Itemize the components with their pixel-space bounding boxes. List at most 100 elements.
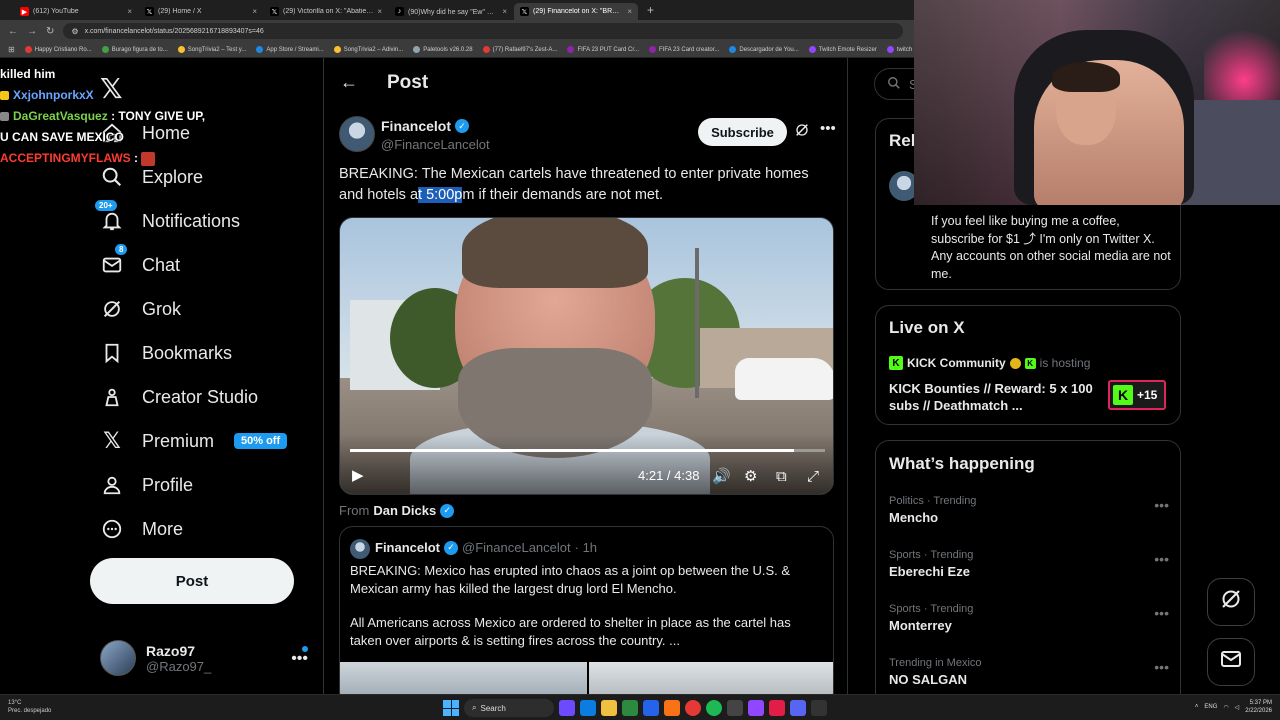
app-icon[interactable] bbox=[622, 700, 638, 716]
wifi-icon[interactable]: ◠ bbox=[1223, 704, 1228, 711]
close-tab-icon[interactable]: × bbox=[252, 7, 257, 16]
bookmark[interactable]: SongTrivia2 – Test y... bbox=[177, 46, 246, 53]
more-horizontal-icon[interactable]: ••• bbox=[820, 120, 836, 137]
new-tab-icon[interactable]: + bbox=[647, 3, 654, 17]
author-avatar[interactable] bbox=[339, 116, 375, 152]
close-tab-icon[interactable]: × bbox=[377, 7, 382, 16]
fullscreen-icon[interactable]: ⤢ bbox=[807, 468, 819, 485]
author-name-row[interactable]: Financelot ✓ bbox=[381, 118, 470, 134]
bookmark[interactable]: Descargador de You... bbox=[729, 46, 799, 53]
app-icon[interactable] bbox=[727, 700, 743, 716]
video-player[interactable]: ▶ 4:21 / 4:38 🔊 ⚙ ⧉ ⤢ bbox=[339, 217, 834, 495]
reload-icon[interactable]: ↻ bbox=[46, 26, 54, 37]
webcam-overlay bbox=[914, 0, 1280, 205]
post-button[interactable]: Post bbox=[90, 558, 294, 604]
account-switcher[interactable]: Razo97 @Razo97_ ••• bbox=[100, 638, 312, 678]
trend-item[interactable]: Sports · Trending Monterrey ••• bbox=[889, 603, 1169, 633]
app-icon[interactable] bbox=[643, 700, 659, 716]
app-icon[interactable] bbox=[664, 700, 680, 716]
quote-media-image[interactable] bbox=[589, 662, 833, 694]
close-tab-icon[interactable]: × bbox=[502, 7, 507, 16]
bookmark[interactable]: Paletools v26.0.28 bbox=[413, 46, 473, 53]
bookmark[interactable]: Twitch Emote Resizer bbox=[808, 46, 877, 53]
sidebar-item-grok[interactable]: Grok bbox=[100, 289, 181, 329]
settings-gear-icon[interactable]: ⚙ bbox=[744, 467, 757, 485]
browser-tab-active[interactable]: 𝕏(29) Financelot on X: "BREAKIN...× bbox=[514, 3, 638, 20]
browser-tab[interactable]: 𝕏 (29) Victorilla on X: "Abatiero... × bbox=[264, 3, 388, 20]
clock[interactable]: 5:37 PM 2/22/2026 bbox=[1245, 699, 1272, 715]
apps-grid-icon[interactable]: ⊞ bbox=[8, 45, 15, 54]
bookmark[interactable]: (77) Rafael97's Zest-A... bbox=[482, 46, 557, 53]
more-horizontal-icon[interactable]: ••• bbox=[1154, 551, 1169, 567]
selected-text: t 5:00p bbox=[418, 187, 463, 203]
sidebar-item-bookmarks[interactable]: Bookmarks bbox=[100, 333, 232, 373]
picture-in-picture-icon[interactable]: ⧉ bbox=[776, 468, 787, 485]
volume-icon[interactable]: ◁ bbox=[1235, 704, 1240, 711]
spotify-icon[interactable] bbox=[706, 700, 722, 716]
quote-media-image[interactable] bbox=[340, 662, 587, 694]
bookmark[interactable]: SongTrivia2 – Adivin... bbox=[333, 46, 403, 53]
url-field[interactable]: ⚙ x.com/financelancelot/status/202568921… bbox=[63, 23, 904, 39]
live-on-x-card: Live on X K KICK Community K is hosting … bbox=[875, 305, 1181, 425]
trend-item[interactable]: Sports · Trending Eberechi Eze ••• bbox=[889, 549, 1169, 579]
sidebar-item-premium[interactable]: 𝕏 Premium 50% off bbox=[100, 421, 288, 461]
volume-icon[interactable]: 🔊 bbox=[712, 467, 731, 485]
bookmark[interactable]: FIFA 23 PUT Card Cr... bbox=[567, 46, 639, 53]
sidebar-item-profile[interactable]: Profile bbox=[100, 465, 193, 505]
sidebar-item-notifications[interactable]: Notifications 20+ bbox=[94, 199, 240, 241]
grok-icon[interactable] bbox=[794, 122, 810, 142]
more-horizontal-icon[interactable]: ••• bbox=[291, 650, 308, 668]
quoted-post[interactable]: Financelot ✓ @FinanceLancelot · 1h BREAK… bbox=[339, 526, 834, 694]
bookmark[interactable]: App Store / Streami... bbox=[256, 46, 324, 53]
app-icon[interactable] bbox=[748, 700, 764, 716]
sidebar-item-creator-studio[interactable]: Creator Studio bbox=[100, 377, 258, 417]
sidebar-item-more[interactable]: More bbox=[100, 509, 183, 549]
windows-start-icon[interactable] bbox=[443, 700, 459, 716]
tray-chevron-icon[interactable]: ˄ bbox=[1195, 704, 1199, 710]
close-tab-icon[interactable]: × bbox=[627, 7, 632, 16]
close-tab-icon[interactable]: × bbox=[127, 7, 132, 16]
messages-floating-button[interactable] bbox=[1207, 638, 1255, 686]
back-arrow-icon[interactable]: ← bbox=[8, 26, 18, 37]
play-icon[interactable]: ▶ bbox=[352, 466, 364, 484]
source-name[interactable]: Dan Dicks bbox=[373, 503, 436, 518]
sidebar-item-chat[interactable]: Chat 8 bbox=[100, 243, 180, 285]
trend-item[interactable]: Politics · Trending Mencho ••• bbox=[889, 495, 1169, 525]
author-name: Financelot bbox=[381, 118, 452, 134]
language-indicator[interactable]: ENG bbox=[1204, 704, 1217, 710]
browser-tab[interactable]: ▶ (612) YouTube × bbox=[14, 3, 138, 20]
video-time: 4:21 / 4:38 bbox=[638, 468, 700, 483]
trend-item[interactable]: Trending in Mexico NO SALGAN ••• bbox=[889, 657, 1169, 687]
chat-message: ACCEPTINGMYFLAWS : bbox=[0, 148, 220, 169]
back-arrow-icon[interactable]: ← bbox=[340, 72, 358, 93]
app-icon[interactable] bbox=[811, 700, 827, 716]
more-horizontal-icon[interactable]: ••• bbox=[1154, 497, 1169, 513]
mail-icon bbox=[100, 253, 124, 277]
more-horizontal-icon[interactable]: ••• bbox=[1154, 659, 1169, 675]
bookmark[interactable]: Happy Cristiano Ro... bbox=[24, 46, 92, 53]
author-handle[interactable]: @FinanceLancelot bbox=[381, 137, 490, 152]
chrome-icon[interactable] bbox=[685, 700, 701, 716]
browser-tab[interactable]: ♪ (90)Why did he say "Ew" 😭 #... × bbox=[389, 3, 513, 20]
live-listeners-badge[interactable]: K +15 bbox=[1108, 380, 1166, 410]
weather-widget[interactable]: 13°C Prec. despejado bbox=[8, 699, 51, 715]
video-progress-bar[interactable] bbox=[350, 449, 825, 452]
whats-happening-title: What’s happening bbox=[889, 454, 1035, 473]
live-stream-title[interactable]: KICK Bounties // Reward: 5 x 100 subs //… bbox=[889, 380, 1099, 414]
bookmark[interactable]: FIFA 23 Card creator... bbox=[649, 46, 719, 53]
live-host-row[interactable]: K KICK Community K is hosting bbox=[889, 356, 1090, 370]
app-icon[interactable] bbox=[559, 700, 575, 716]
app-icon[interactable] bbox=[769, 700, 785, 716]
browser-tab[interactable]: 𝕏 (29) Home / X × bbox=[139, 3, 263, 20]
subscribe-button[interactable]: Subscribe bbox=[698, 118, 787, 146]
bookmark[interactable]: Burago figura de to... bbox=[101, 46, 168, 53]
grok-floating-button[interactable] bbox=[1207, 578, 1255, 626]
forward-arrow-icon[interactable]: → bbox=[27, 26, 37, 37]
site-info-icon[interactable]: ⚙ bbox=[71, 27, 78, 36]
more-horizontal-icon[interactable]: ••• bbox=[1154, 605, 1169, 621]
folder-icon[interactable] bbox=[601, 700, 617, 716]
app-icon[interactable] bbox=[580, 700, 596, 716]
taskbar-search[interactable]: ⌕ Search bbox=[464, 699, 554, 717]
bell-icon bbox=[100, 209, 124, 233]
app-icon[interactable] bbox=[790, 700, 806, 716]
